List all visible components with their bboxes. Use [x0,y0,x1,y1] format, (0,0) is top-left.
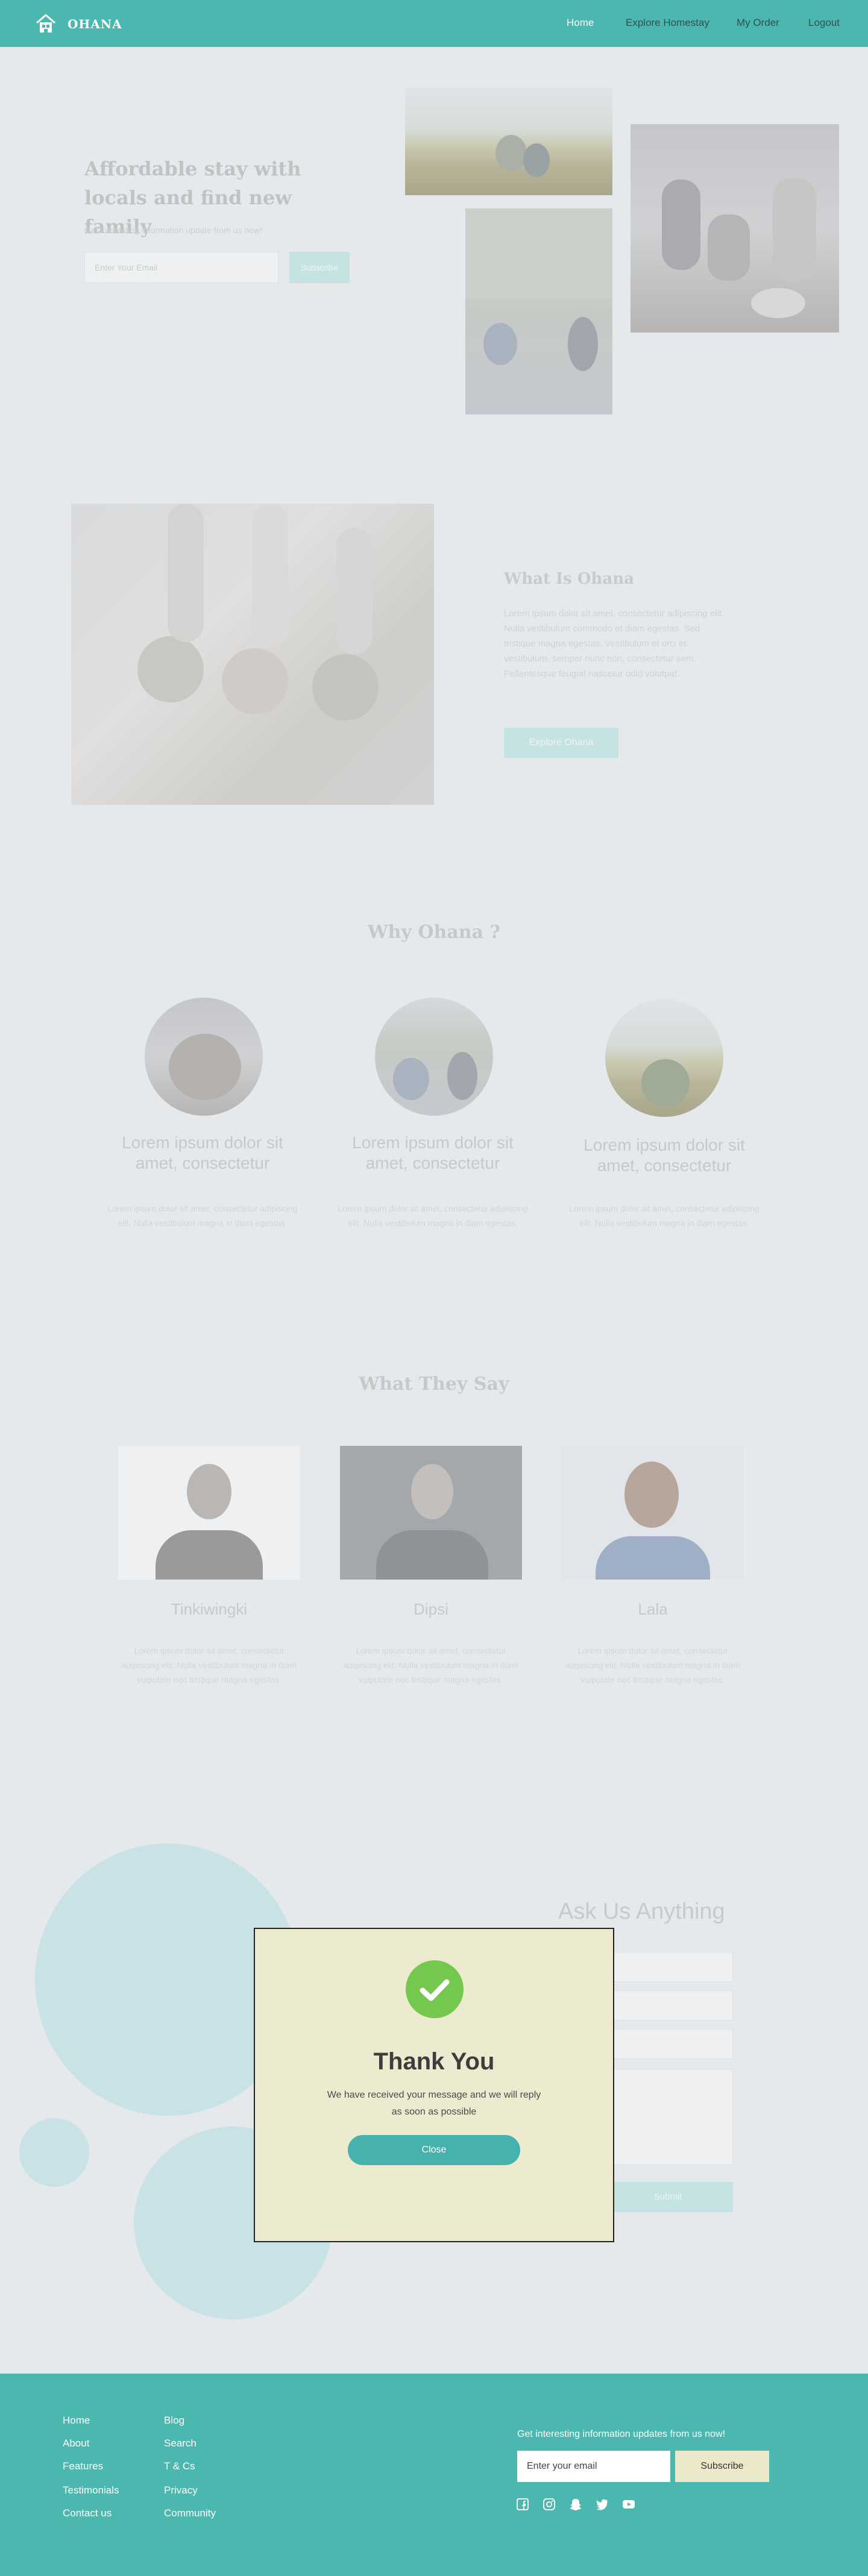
footer-link-community[interactable]: Community [164,2507,216,2519]
explore-ohana-button[interactable]: Explore Ohana [504,728,618,758]
modal-close-button[interactable]: Close [348,2135,520,2165]
modal-message: We have received your message and we wil… [327,2090,541,2117]
footer-link-terms[interactable]: T & Cs [164,2460,195,2472]
footer-link-privacy[interactable]: Privacy [164,2484,198,2496]
footer-newsletter-text: Get interesting information updates from… [517,2429,726,2439]
footer: Home About Features Testimonials Contact… [0,2374,868,2576]
twitter-icon[interactable] [596,2498,609,2511]
youtube-icon[interactable] [622,2498,635,2511]
contact-message-field[interactable] [603,2069,733,2165]
about-title: What Is Ohana [504,570,635,588]
nav-explore-homestay[interactable]: Explore Homestay [626,17,709,29]
nav-home[interactable]: Home [567,17,594,29]
hero-email-input[interactable]: Enter Your Email [84,252,278,283]
brand-name[interactable]: OHANA [68,17,122,31]
why-card-2-text: Lorem ipsum dolor sit amet, consectetur … [338,1204,528,1228]
testimonial-3-name: Lala [638,1600,668,1618]
why-card-3-photo [605,999,723,1117]
hero-photo-park [465,208,612,414]
why-card-3-text: Lorem ipsum dolor sit amet, consectetur … [569,1204,760,1228]
testimonial-1-photo [118,1446,300,1580]
footer-link-blog[interactable]: Blog [164,2415,184,2427]
footer-link-search[interactable]: Search [164,2437,197,2449]
thank-you-modal: Thank You We have received your message … [254,1928,614,2242]
nav-logout[interactable]: Logout [808,17,840,29]
contact-name-field[interactable] [603,1952,733,1982]
about-photo [71,504,434,805]
hero-subscribe-button[interactable]: Subscribe [289,252,350,283]
modal-title: Thank You [373,2048,495,2075]
contact-submit-button[interactable]: Submit [603,2182,733,2212]
why-card-2-photo [375,998,493,1116]
contact-email-field[interactable] [603,1990,733,2021]
why-title: Why Ohana ? [367,922,501,943]
why-card-1-title: Lorem ipsum dolor sit amet, consectetur [122,1133,283,1172]
instagram-icon[interactable] [542,2498,556,2511]
hero-photo-group [631,124,839,333]
hero-subtitle: Get interesting information update from … [84,225,262,235]
footer-subscribe-button[interactable]: Subscribe [675,2451,769,2482]
testimonial-1-name: Tinkiwingki [171,1600,248,1618]
why-card-3-title: Lorem ipsum dolor sit amet, consectetur [583,1136,745,1175]
facebook-icon[interactable] [516,2498,529,2511]
footer-link-features[interactable]: Features [63,2460,103,2472]
contact-title: Ask Us Anything [558,1899,725,1924]
success-check-icon [406,1960,464,2018]
testimonial-3-photo [562,1446,744,1580]
footer-email-input[interactable]: Enter your email [517,2451,670,2482]
footer-link-contact[interactable]: Contact us [63,2507,112,2519]
decor-bubble-small [19,2118,89,2187]
why-card-2-title: Lorem ipsum dolor sit amet, consectetur [352,1133,514,1172]
contact-subject-field[interactable] [603,2029,733,2059]
why-card-1-text: Lorem ipsum dolor sit amet, consectetur … [107,1204,298,1228]
footer-link-home[interactable]: Home [63,2415,90,2427]
house-logo-icon[interactable] [35,13,57,34]
why-card-1-photo [145,998,263,1116]
about-text: Lorem ipsum dolor sit amet, consectetur … [504,608,725,679]
testimonial-1-text: Lorem ipsum dolor sit amet, consectetur … [121,1646,297,1684]
testimonial-2-photo [340,1446,522,1580]
testimonial-2-text: Lorem ipsum dolor sit amet, consectetur … [343,1646,519,1684]
footer-link-testimonials[interactable]: Testimonials [63,2484,119,2496]
testimonial-2-name: Dipsi [414,1600,448,1618]
testimonial-3-text: Lorem ipsum dolor sit amet, consectetur … [565,1646,741,1684]
snapchat-icon[interactable] [569,2498,582,2511]
top-navbar: OHANA Home Explore Homestay My Order Log… [0,0,868,47]
testimonials-title: What They Say [359,1374,509,1395]
nav-my-order[interactable]: My Order [737,17,779,29]
footer-link-about[interactable]: About [63,2437,89,2449]
hero-photo-meadow [405,88,612,195]
